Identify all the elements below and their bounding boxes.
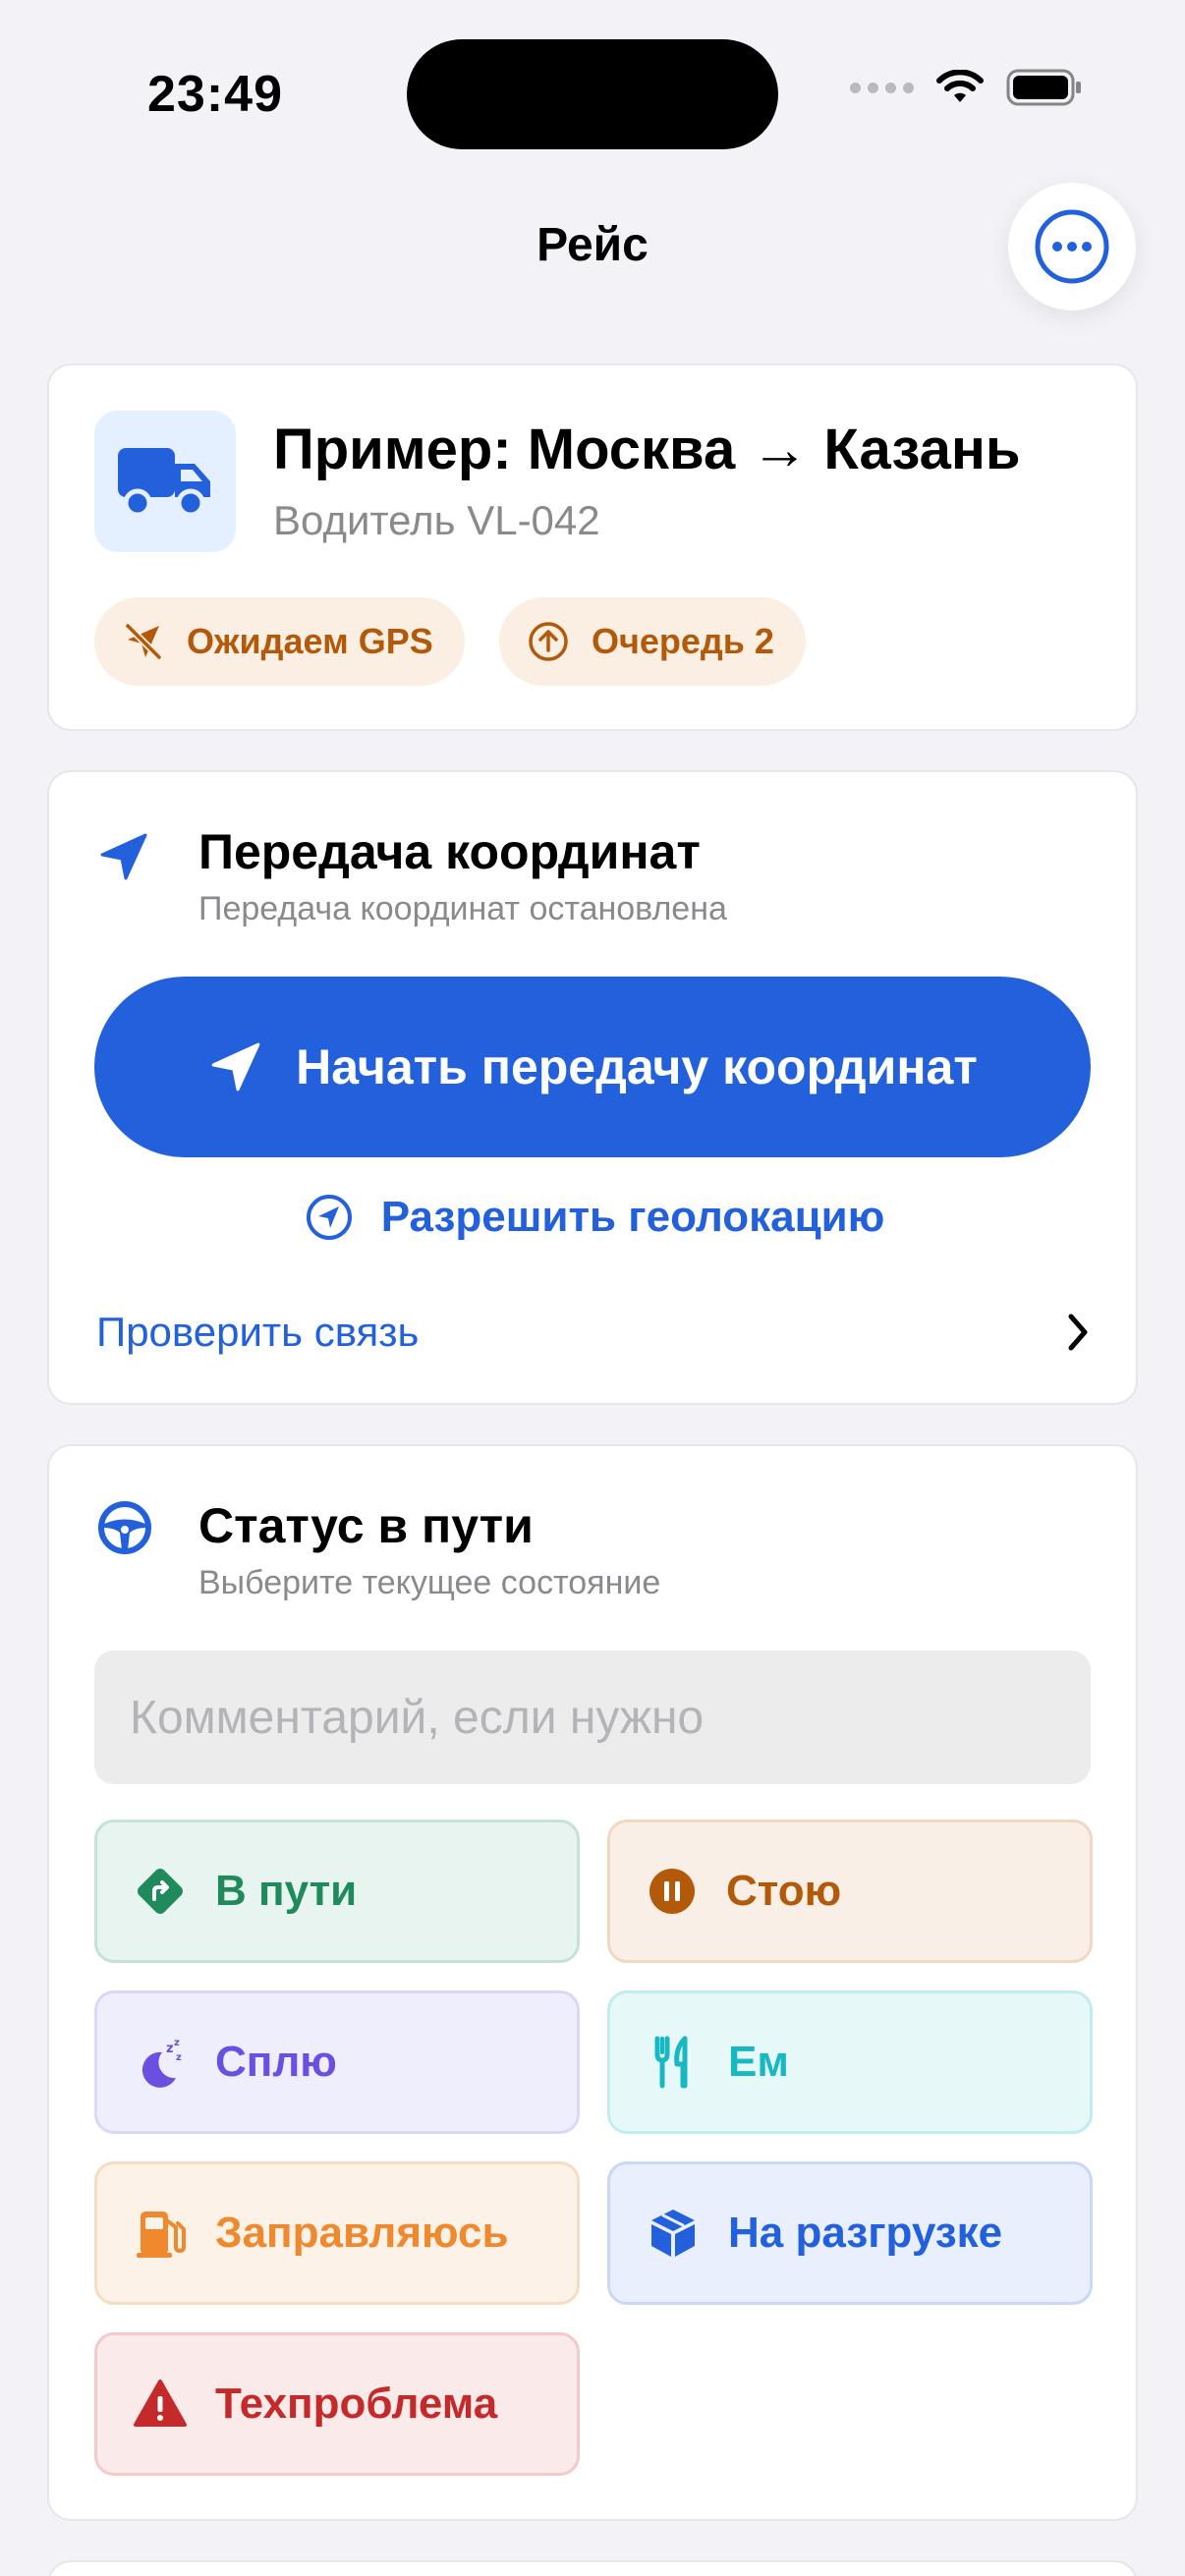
status-button-sleeping[interactable]: z z z Сплю [94, 1990, 580, 2134]
gps-status-label: Ожидаем GPS [187, 621, 433, 661]
status-button-label: Техпроблема [215, 2380, 498, 2428]
coords-section-title: Передача координат [198, 824, 701, 879]
location-arrow-icon [211, 1042, 260, 1092]
queue-badge: Очередь 2 [499, 597, 806, 686]
status-bar: 23:49 [0, 0, 1185, 196]
status-button-label: Сплю [215, 2038, 337, 2086]
status-time: 23:49 [147, 66, 283, 123]
status-section-title: Статус в пути [198, 1498, 534, 1553]
svg-text:z: z [174, 2038, 180, 2048]
ellipsis-circle-icon [1035, 209, 1109, 284]
svg-text:z: z [166, 2042, 174, 2056]
trip-route-title: Пример: Москва → Казань [273, 418, 1021, 481]
start-tracking-label: Начать передачу координат [296, 1039, 978, 1094]
battery-icon [1006, 69, 1081, 106]
fork-knife-icon [654, 2036, 688, 2089]
truck-icon [94, 411, 236, 552]
allow-geolocation-label: Разрешить геолокацию [380, 1193, 885, 1241]
status-button-label: Ем [728, 2038, 789, 2086]
status-button-label: Заправляюсь [215, 2209, 509, 2257]
status-button-stopped[interactable]: Стою [607, 1820, 1093, 1963]
queue-label: Очередь 2 [592, 621, 774, 661]
gps-status-badge: Ожидаем GPS [94, 597, 465, 686]
comment-input[interactable] [94, 1651, 1091, 1784]
status-button-label: В пути [215, 1867, 358, 1915]
location-arrow-icon [100, 833, 147, 880]
check-connection-label: Проверить связь [96, 1309, 420, 1355]
status-button-tech-problem[interactable]: Техпроблема [94, 2332, 580, 2476]
status-button-unloading[interactable]: На разгрузке [607, 2161, 1093, 2305]
dynamic-island [407, 39, 778, 149]
start-tracking-button[interactable]: Начать передачу координат [94, 977, 1091, 1157]
wifi-icon [936, 70, 984, 102]
check-connection-row[interactable]: Проверить связь [96, 1293, 1093, 1372]
more-options-button[interactable] [1008, 183, 1136, 310]
location-off-icon [125, 623, 162, 660]
trip-status-card: Статус в пути Выберите текущее состояние… [47, 1444, 1138, 2521]
status-section-subtitle: Выберите текущее состояние [198, 1564, 661, 1601]
fuel-pump-icon [137, 2212, 186, 2258]
location-circle-icon [306, 1195, 352, 1240]
allow-geolocation-link[interactable]: Разрешить геолокацию [49, 1193, 1140, 1242]
status-button-driving[interactable]: В пути [94, 1820, 580, 1963]
steering-wheel-icon [98, 1501, 151, 1554]
status-button-label: На разгрузке [728, 2209, 1003, 2257]
status-indicators [850, 69, 1083, 106]
coordinate-transfer-card: Передача координат Передача координат ос… [47, 770, 1138, 1405]
svg-text:z: z [176, 2052, 182, 2063]
next-card-peek [47, 2560, 1138, 2576]
chevron-right-icon [1068, 1314, 1088, 1351]
upload-arrow-icon [529, 622, 568, 661]
trip-card: Пример: Москва → Казань Водитель VL-042 … [47, 364, 1138, 731]
package-box-icon [651, 2210, 695, 2257]
status-button-refueling[interactable]: Заправляюсь [94, 2161, 580, 2305]
warning-triangle-icon [134, 2380, 187, 2427]
moon-sleep-icon: z z z [141, 2038, 182, 2088]
pause-circle-icon [649, 1869, 695, 1914]
status-button-label: Стою [726, 1867, 842, 1915]
cellular-signal-icon [850, 82, 914, 93]
coords-section-subtitle: Передача координат остановлена [198, 890, 727, 927]
driver-label: Водитель VL-042 [273, 497, 600, 543]
route-sign-icon [138, 1869, 183, 1914]
status-button-eating[interactable]: Ем [607, 1990, 1093, 2134]
